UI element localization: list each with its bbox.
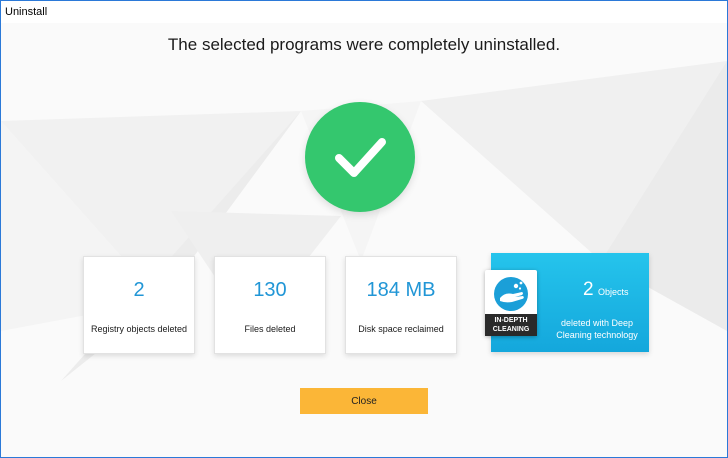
in-depth-cleaning-badge: IN-DEPTH CLEANING xyxy=(485,270,537,336)
page-title: The selected programs were completely un… xyxy=(167,35,561,54)
files-deleted-label: Files deleted xyxy=(244,324,296,334)
files-deleted-value: 130 xyxy=(253,279,287,301)
disk-space-label: Disk space reclaimed xyxy=(358,324,444,334)
badge-line1: IN-DEPTH xyxy=(494,317,528,324)
registry-objects-value: 2 xyxy=(133,279,145,301)
badge-label: IN-DEPTH CLEANING xyxy=(485,314,537,336)
window-title: Uninstall xyxy=(5,6,48,18)
title-bar: Uninstall xyxy=(1,1,727,23)
registry-objects-label: Registry objects deleted xyxy=(90,324,188,334)
disk-space-value: 184 MB xyxy=(366,279,436,301)
deep-cleaning-count: 2 Objects xyxy=(583,279,629,301)
success-check-icon xyxy=(305,102,415,212)
badge-line2: CLEANING xyxy=(492,326,530,333)
disk-space-card: 184 MB Disk space reclaimed xyxy=(345,256,457,354)
deep-cleaning-value: 2 xyxy=(583,279,594,300)
uninstall-window: Uninstall The selected programs were com… xyxy=(0,0,728,458)
deep-cleaning-description: deleted with Deep Cleaning technology xyxy=(556,318,638,340)
deep-cleaning-unit: Objects xyxy=(598,287,629,297)
close-button[interactable]: Close xyxy=(300,388,428,414)
deep-cleaning-card: IN-DEPTH CLEANING 2 Objects deleted with… xyxy=(485,253,649,352)
files-deleted-card: 130 Files deleted xyxy=(214,256,326,354)
cleaning-hand-icon xyxy=(494,277,528,311)
registry-objects-card: 2 Registry objects deleted xyxy=(83,256,195,354)
